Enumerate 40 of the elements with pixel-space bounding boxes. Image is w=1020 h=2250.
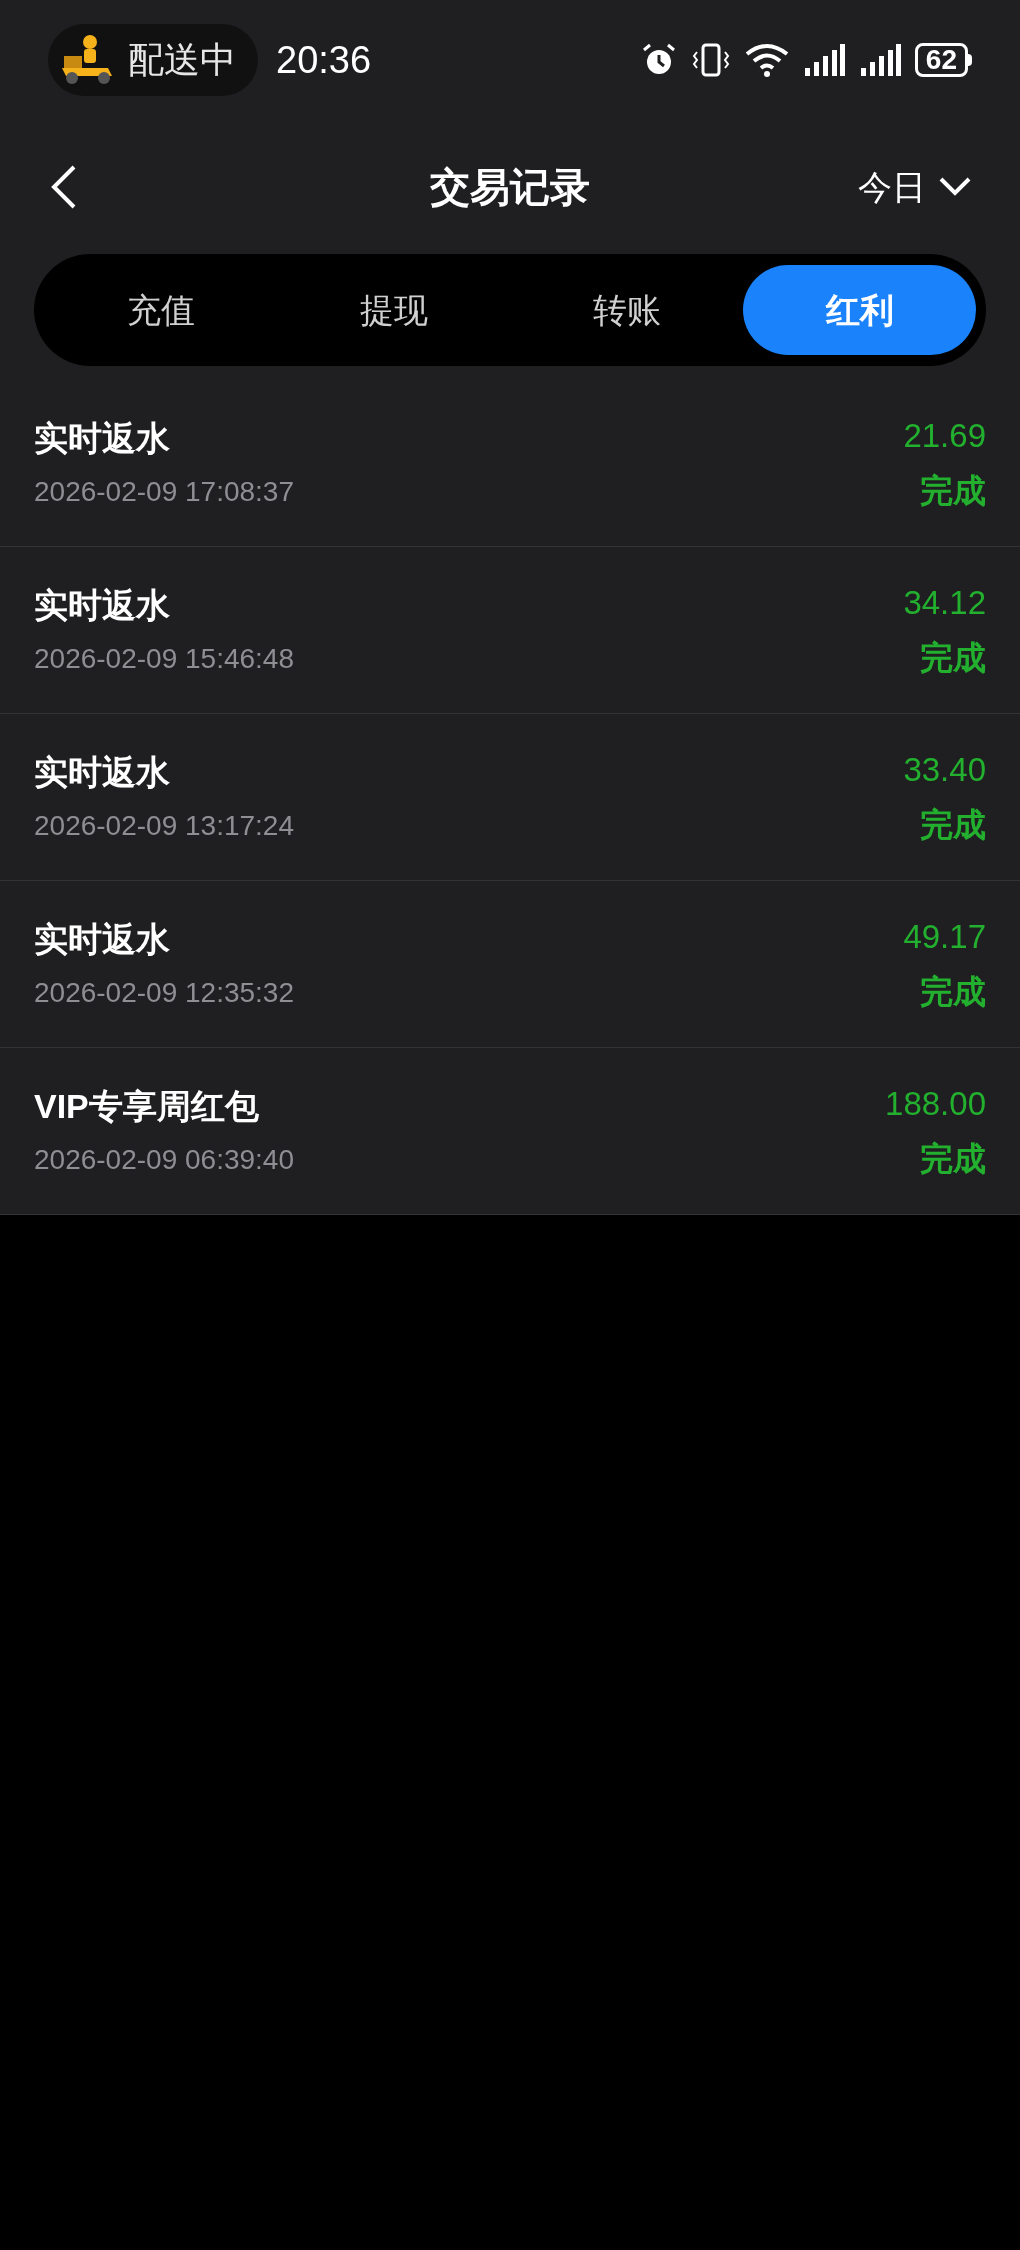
record-time: 2026-02-09 13:17:24 — [34, 808, 294, 843]
battery-indicator: 62 — [914, 43, 972, 77]
period-dropdown[interactable]: 今日 — [858, 161, 972, 213]
record-amount: 49.17 — [903, 916, 986, 957]
record-status: 完成 — [920, 972, 986, 1012]
record-status: 完成 — [920, 471, 986, 511]
record-row[interactable]: 实时返水 2026-02-09 15:46:48 34.12 完成 — [0, 547, 1020, 714]
signal-icon — [802, 42, 845, 78]
record-time: 2026-02-09 15:46:48 — [34, 641, 294, 676]
signal-icon — [858, 42, 901, 78]
record-title: 实时返水 — [34, 919, 171, 961]
record-status: 完成 — [920, 1139, 986, 1179]
record-status: 完成 — [920, 638, 986, 678]
record-title: 实时返水 — [34, 418, 171, 460]
record-amount: 33.40 — [903, 749, 986, 790]
record-row[interactable]: VIP专享周红包 2026-02-09 06:39:40 188.00 完成 — [0, 1048, 1020, 1215]
record-title: 实时返水 — [34, 585, 171, 627]
record-title: 实时返水 — [34, 752, 171, 794]
record-row[interactable]: 实时返水 2026-02-09 17:08:37 21.69 完成 — [0, 380, 1020, 547]
chevron-down-icon — [938, 176, 972, 198]
record-amount: 188.00 — [885, 1083, 986, 1124]
tab[interactable]: 转账 — [510, 265, 743, 355]
record-time: 2026-02-09 17:08:37 — [34, 474, 294, 509]
record-row[interactable]: 实时返水 2026-02-09 12:35:32 49.17 完成 — [0, 881, 1020, 1048]
record-amount: 34.12 — [903, 582, 986, 623]
record-status: 完成 — [920, 805, 986, 845]
record-time: 2026-02-09 12:35:32 — [34, 975, 294, 1010]
tab[interactable]: 充值 — [44, 265, 277, 355]
activity-pill[interactable]: 配送中 — [48, 24, 258, 96]
clock-time: 20:36 — [276, 37, 372, 83]
tab[interactable]: 红利 — [743, 265, 976, 355]
page-title: 交易记录 — [430, 164, 590, 211]
activity-label: 配送中 — [128, 38, 236, 82]
wifi-icon — [744, 42, 789, 78]
record-amount: 21.69 — [903, 415, 986, 456]
tab[interactable]: 提现 — [277, 265, 510, 355]
record-title: VIP专享周红包 — [34, 1086, 260, 1128]
vibrate-icon — [690, 42, 731, 78]
record-time: 2026-02-09 06:39:40 — [34, 1142, 294, 1177]
record-row[interactable]: 实时返水 2026-02-09 13:17:24 33.40 完成 — [0, 714, 1020, 881]
